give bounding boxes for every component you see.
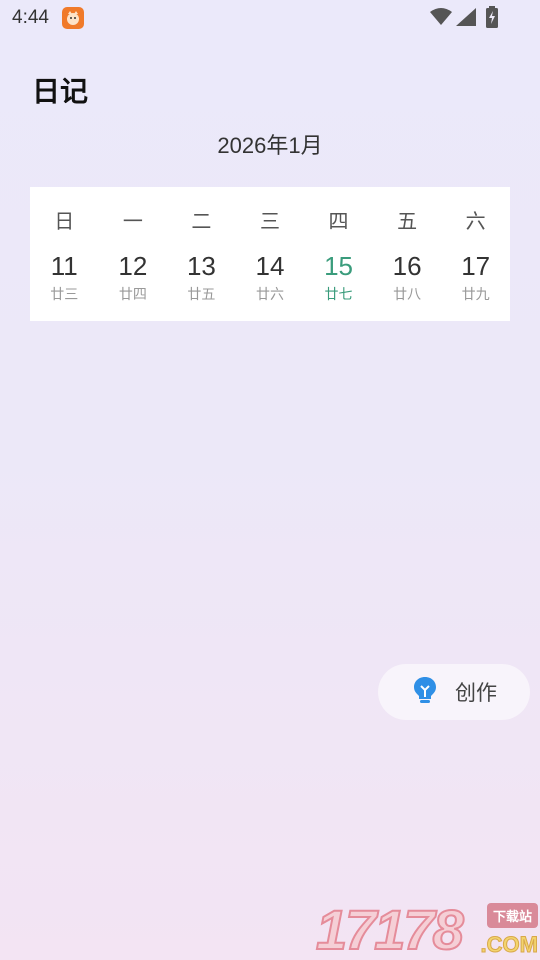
weekday-label: 三	[259, 211, 280, 233]
watermark-tag: 下载站	[486, 903, 538, 928]
lunar-date: 廿四	[118, 286, 147, 302]
lunar-date: 廿八	[393, 286, 422, 302]
lunar-row: 廿三 廿四 廿五 廿六 廿七 廿八 廿九	[30, 284, 510, 304]
lunar-date: 廿六	[255, 286, 284, 302]
lightbulb-icon	[412, 676, 438, 709]
date-cell[interactable]: 11	[30, 251, 99, 282]
status-time: 4:44	[12, 7, 49, 28]
status-bar: 4:44	[0, 0, 540, 36]
lunar-date-today: 廿七	[324, 286, 353, 302]
date-cell[interactable]: 14	[236, 251, 305, 282]
lunar-date: 廿九	[461, 286, 490, 302]
battery-icon	[485, 6, 499, 33]
weekday-label: 日	[54, 211, 75, 233]
weekday-label: 一	[122, 211, 143, 233]
date-cell[interactable]: 12	[99, 251, 168, 282]
weekday-label: 四	[328, 211, 349, 233]
date-cell[interactable]: 16	[373, 251, 442, 282]
weekday-label: 二	[191, 211, 212, 233]
page-title: 日记	[32, 76, 89, 107]
create-label: 创作	[455, 682, 497, 705]
lunar-date: 廿五	[187, 286, 216, 302]
date-cell-today[interactable]: 15	[304, 251, 373, 282]
watermark-suffix: .COM	[480, 932, 538, 958]
lunar-date: 廿三	[50, 286, 79, 302]
month-label[interactable]: 2026年1月	[0, 128, 540, 160]
date-cell[interactable]: 17	[441, 251, 510, 282]
watermark-number: 17178	[315, 898, 465, 960]
watermark-logo: 17178 下载站 .COM	[315, 898, 540, 960]
weekday-label: 六	[465, 211, 486, 233]
create-button[interactable]: 创作	[378, 664, 530, 720]
date-row: 11 12 13 14 15 16 17	[30, 251, 510, 282]
date-cell[interactable]: 13	[167, 251, 236, 282]
wifi-icon	[430, 8, 452, 31]
week-calendar: 日 一 二 三 四 五 六 11 12 13 14 15 16 17 廿三 廿四…	[30, 187, 510, 321]
weekday-label: 五	[397, 211, 418, 233]
weekday-row: 日 一 二 三 四 五 六	[30, 205, 510, 234]
signal-icon	[456, 8, 476, 31]
app-notification-icon	[62, 7, 84, 29]
